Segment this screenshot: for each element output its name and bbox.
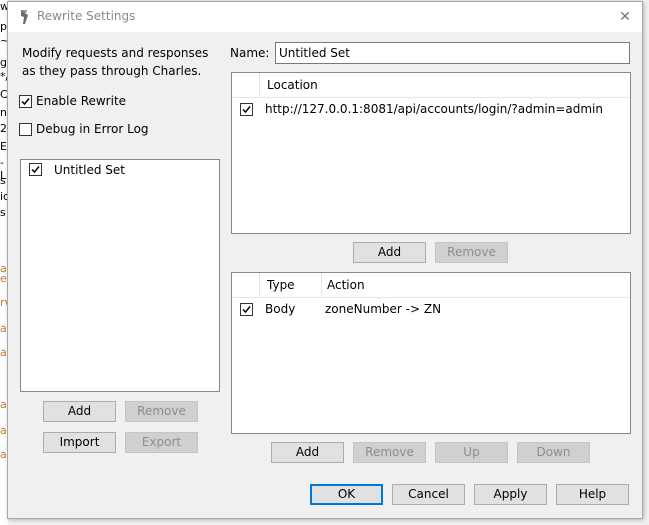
column-separator [259,273,260,297]
rewrite-description: Modify requests and responses as they pa… [22,44,208,80]
action-column-header[interactable]: Action [327,273,365,297]
close-icon: ✕ [619,9,631,25]
locations-table[interactable]: Location http://127.0.0.1:8081/api/accou… [231,72,631,234]
close-button[interactable]: ✕ [614,6,636,28]
checkmark-icon [21,98,30,106]
rules-header: Type Action [232,273,630,298]
column-separator [259,73,260,97]
bg-text: s [0,206,6,219]
enable-rewrite-checkbox[interactable] [19,95,32,108]
apply-button[interactable]: Apply [474,484,547,505]
move-up-button[interactable]: Up [435,442,508,463]
location-column-header[interactable]: Location [267,73,318,97]
set-name: Untitled Set [54,163,125,177]
remove-rule-button[interactable]: Remove [353,442,426,463]
checkmark-icon [242,306,251,314]
rewrite-settings-dialog: Rewrite Settings ✕ Modify requests and r… [7,1,643,519]
add-rule-button[interactable]: Add [271,442,344,463]
bg-text-accent: a [0,398,7,411]
bg-text-accent: a [0,346,7,359]
charles-app-icon [21,10,28,24]
set-enabled-checkbox[interactable] [29,163,42,176]
window-title: Rewrite Settings [37,9,136,23]
location-url: http://127.0.0.1:8081/api/accounts/login… [265,102,603,116]
checkmark-icon [31,166,40,174]
rule-type: Body [265,302,296,316]
rule-row[interactable]: Body zoneNumber -> ZN [232,299,630,319]
bg-text-accent: e [0,272,7,285]
bg-text: g [0,56,7,69]
bg-text-accent: a [0,424,7,437]
add-set-button[interactable]: Add [43,401,116,422]
rules-table[interactable]: Type Action Body zoneNumber -> ZN [231,272,631,434]
type-column-header[interactable]: Type [267,273,295,297]
debug-error-log-checkbox[interactable] [19,123,32,136]
rule-action: zoneNumber -> ZN [325,302,442,316]
set-list-item[interactable]: Untitled Set [21,160,219,180]
bg-text-accent: a [0,448,7,461]
column-separator [321,273,322,297]
sets-list[interactable]: Untitled Set [20,159,220,392]
cancel-button[interactable]: Cancel [392,484,465,505]
description-line: Modify requests and responses [22,46,209,60]
set-name-input-value: Untitled Set [279,46,350,60]
set-name-input[interactable]: Untitled Set [275,42,630,64]
checkmark-icon [242,106,251,114]
location-enabled-checkbox[interactable] [240,103,253,116]
locations-header: Location [232,73,630,98]
import-button[interactable]: Import [43,432,116,453]
bg-text: s [0,174,6,187]
remove-location-button[interactable]: Remove [435,242,508,263]
title-bar[interactable]: Rewrite Settings ✕ [8,2,642,32]
description-line: as they pass through Charles. [22,64,202,78]
name-label: Name: [230,46,270,60]
move-down-button[interactable]: Down [517,442,590,463]
debug-error-log-label[interactable]: Debug in Error Log [36,122,149,136]
help-button[interactable]: Help [556,484,629,505]
add-location-button[interactable]: Add [353,242,426,263]
bg-text: p [0,20,7,33]
location-row[interactable]: http://127.0.0.1:8081/api/accounts/login… [232,99,630,119]
export-button[interactable]: Export [125,432,198,453]
rule-enabled-checkbox[interactable] [240,303,253,316]
remove-set-button[interactable]: Remove [125,401,198,422]
ok-button[interactable]: OK [310,484,383,505]
enable-rewrite-label[interactable]: Enable Rewrite [36,94,126,108]
bg-text-accent: a [0,322,7,335]
